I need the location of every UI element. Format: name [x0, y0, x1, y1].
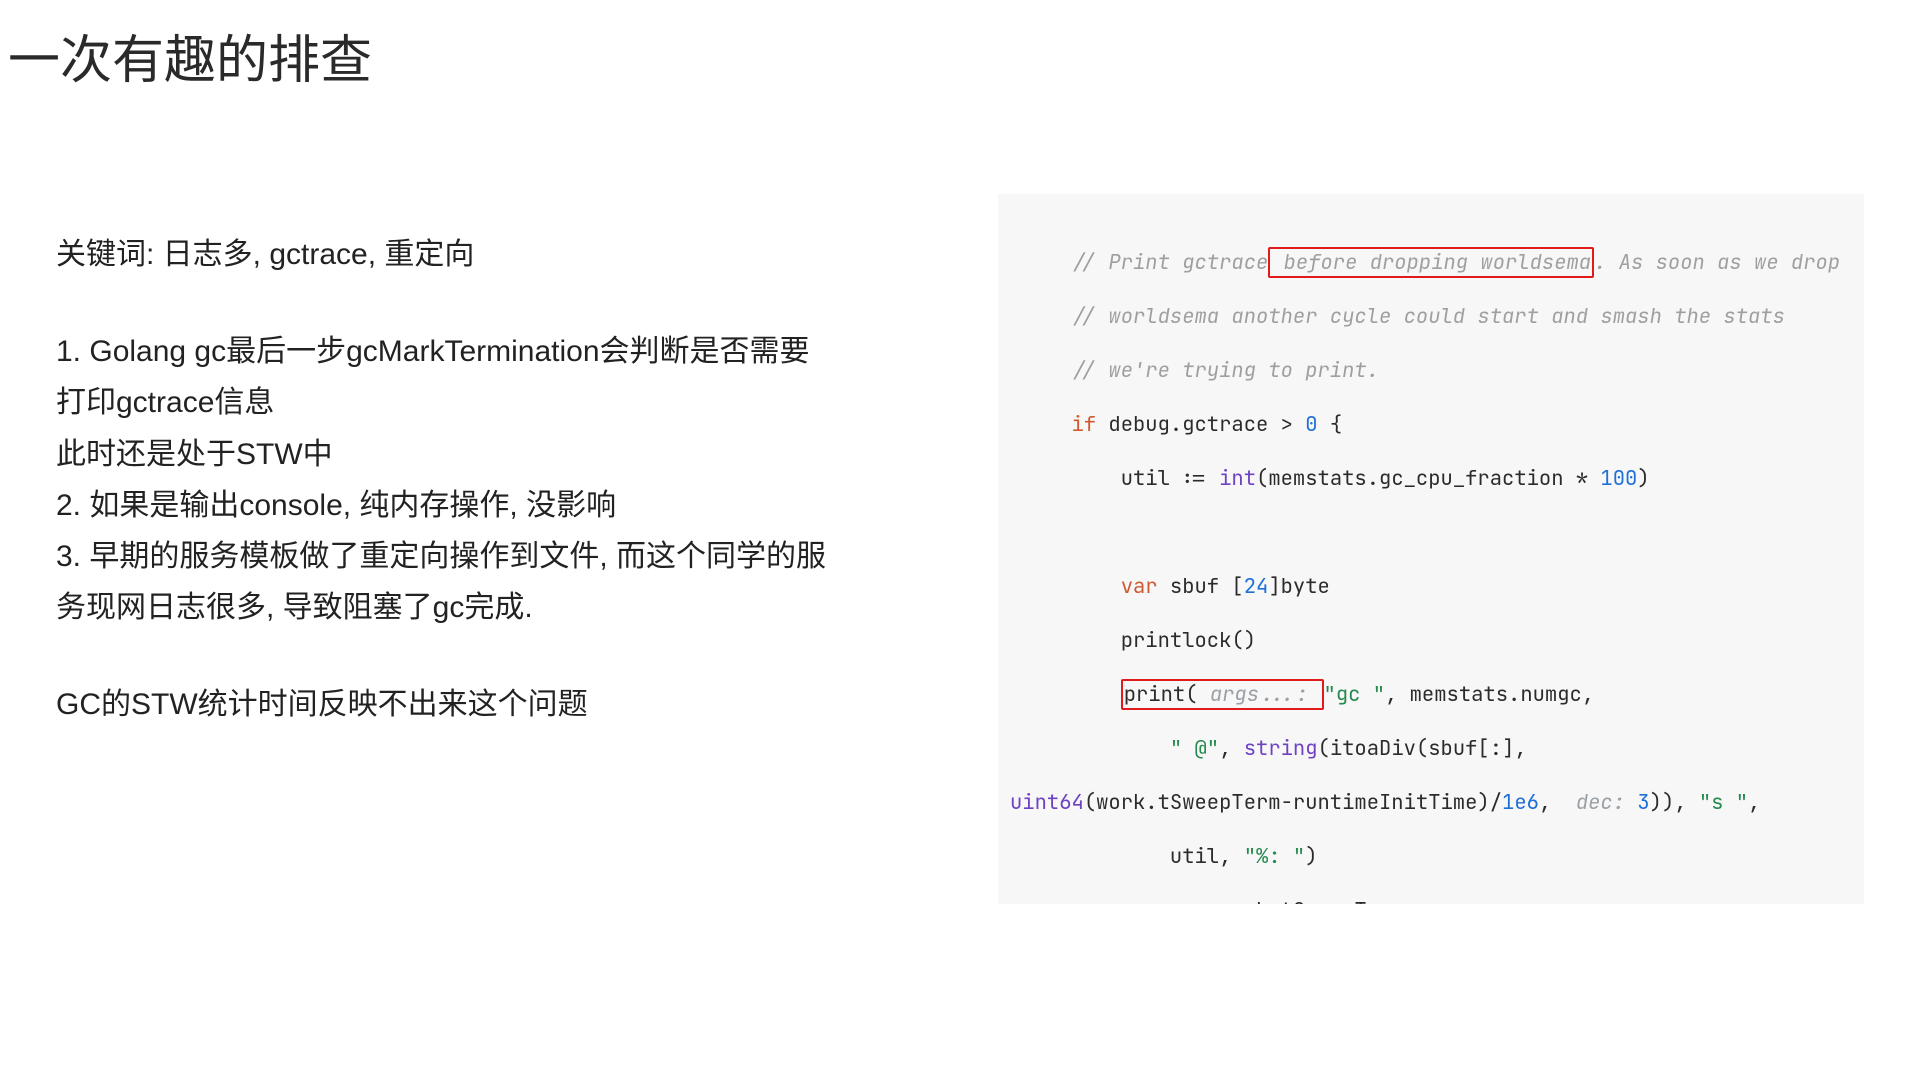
- highlight-comment: before dropping worldsema: [1268, 247, 1594, 278]
- spacer: [56, 634, 936, 680]
- point-3a: 3. 早期的服务模板做了重定向操作到文件, 而这个同学的服: [56, 532, 936, 581]
- spacer: [56, 281, 936, 327]
- body-text: 关键词: 日志多, gctrace, 重定向 1. Golang gc最后一步g…: [56, 230, 936, 732]
- point-1b: 打印gctrace信息: [56, 378, 936, 427]
- slide: 一次有趣的排查 关键词: 日志多, gctrace, 重定向 1. Golang…: [0, 0, 1920, 1080]
- point-4: GC的STW统计时间反映不出来这个问题: [56, 680, 936, 729]
- highlight-print-1: print( args...:: [1121, 679, 1324, 710]
- slide-title: 一次有趣的排查: [8, 18, 372, 93]
- point-1a: 1. Golang gc最后一步gcMarkTermination会判断是否需要: [56, 327, 936, 376]
- keywords-line: 关键词: 日志多, gctrace, 重定向: [56, 230, 936, 279]
- point-1c: 此时还是处于STW中: [56, 430, 936, 479]
- point-3b: 务现网日志很多, 导致阻塞了gc完成.: [56, 583, 936, 632]
- code-screenshot: // Print gctrace before dropping worldse…: [998, 194, 1864, 904]
- point-2: 2. 如果是输出console, 纯内存操作, 没影响: [56, 481, 936, 530]
